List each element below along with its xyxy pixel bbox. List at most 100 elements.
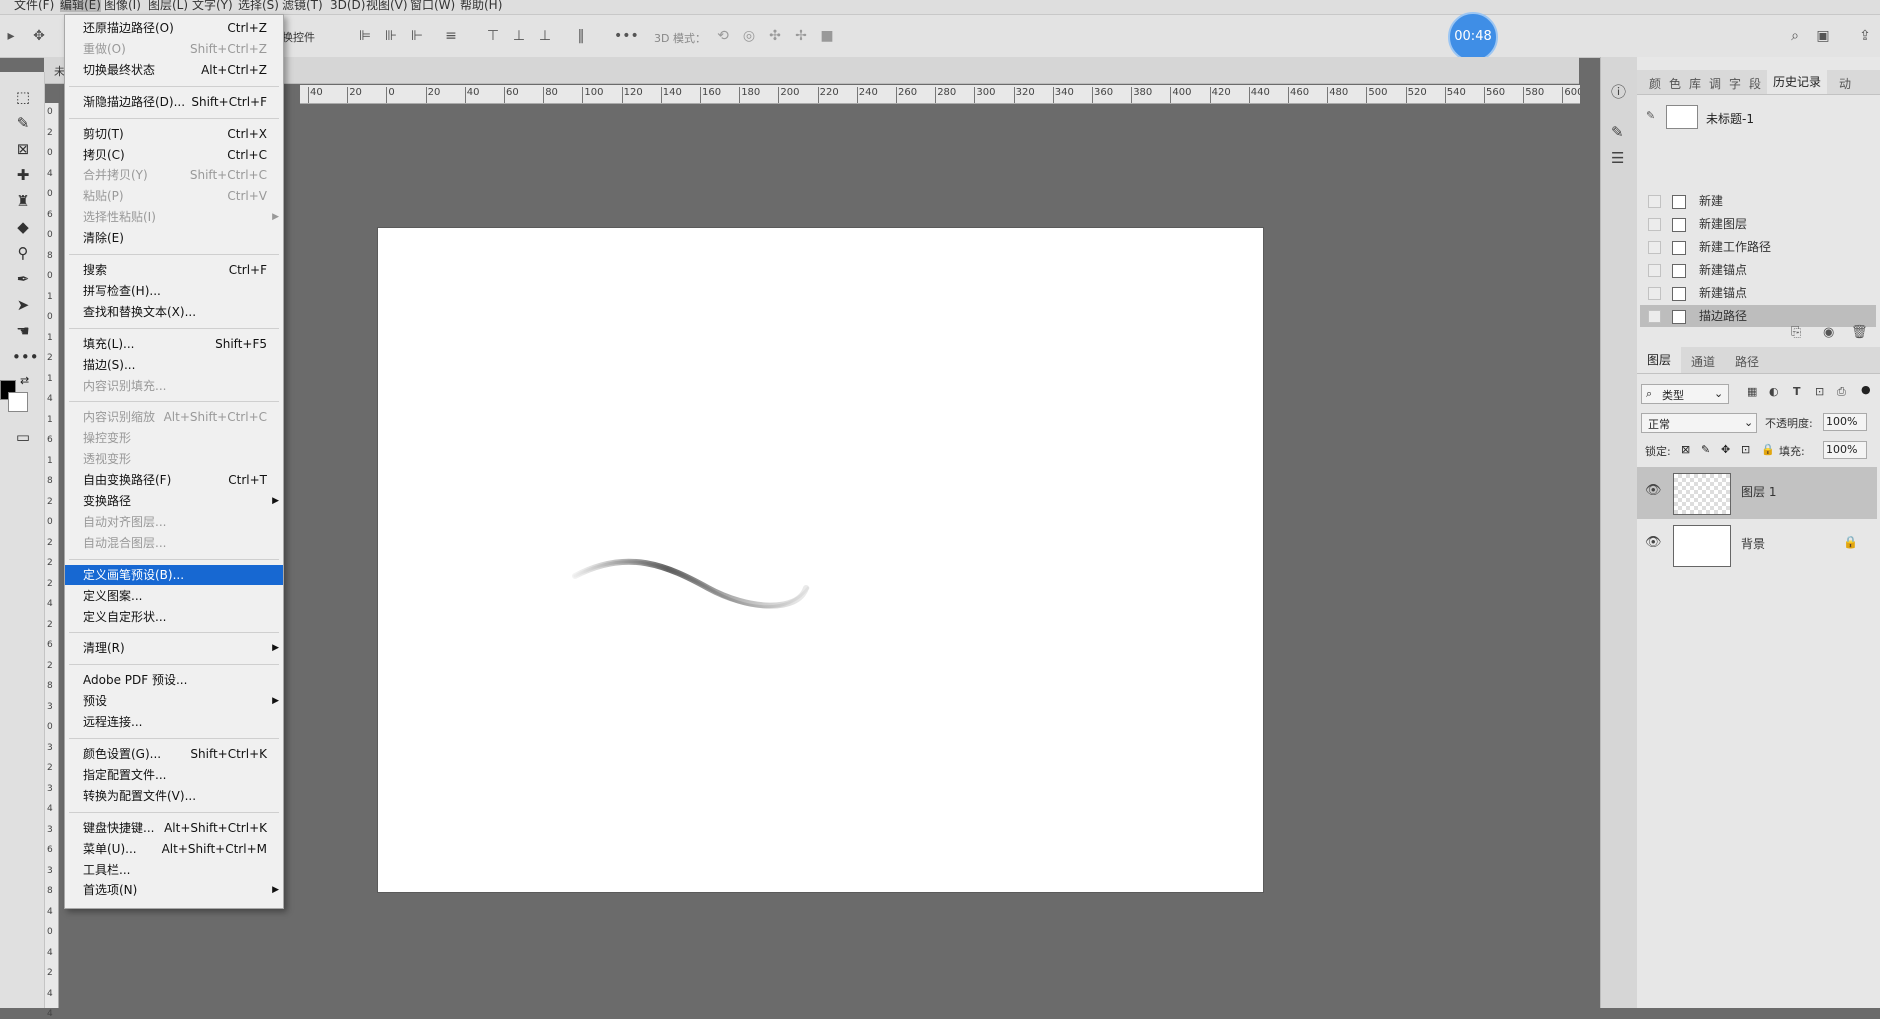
edit-menu-item[interactable]: 清除(E) xyxy=(65,228,283,248)
brush-settings-icon[interactable]: ✎ xyxy=(1611,123,1624,141)
path-selection-icon[interactable]: ➤ xyxy=(12,294,34,316)
menu-4[interactable]: 文字(Y) xyxy=(192,0,233,12)
edit-menu-item[interactable]: 预设 ▶ xyxy=(65,691,283,711)
tab-paths[interactable]: 路径 xyxy=(1735,353,1759,370)
tab-layers[interactable]: 图层 xyxy=(1637,347,1682,373)
align-left-icon[interactable]: ⊫ xyxy=(356,27,374,45)
workspace-icon[interactable]: ▣ xyxy=(1814,27,1832,45)
history-item[interactable]: 新建图层 xyxy=(1640,213,1876,235)
tab-channels[interactable]: 通道 xyxy=(1691,353,1715,370)
background-color-swatch[interactable] xyxy=(8,392,28,412)
move-icon[interactable]: ▸ xyxy=(2,27,20,45)
filter-type-icon[interactable]: T xyxy=(1793,385,1801,398)
fill-input[interactable]: 100% xyxy=(1823,441,1867,459)
edit-menu-item[interactable]: 切换最终状态 Alt+Ctrl+Z xyxy=(65,60,283,80)
swap-colors-icon[interactable]: ⇄ xyxy=(20,374,29,387)
lock-artboard-icon[interactable]: ⊡ xyxy=(1741,443,1750,456)
history-source-checkbox[interactable] xyxy=(1648,218,1661,231)
document-canvas[interactable] xyxy=(378,228,1263,892)
pen-tool-icon[interactable]: ✒ xyxy=(12,268,34,290)
search-icon[interactable]: ⌕ xyxy=(1786,27,1804,45)
visibility-eye-icon[interactable]: 👁 xyxy=(1645,535,1662,550)
menu-2[interactable]: 图像(I) xyxy=(104,0,141,12)
lock-position-icon[interactable]: ✥ xyxy=(1721,443,1730,456)
history-source-checkbox[interactable] xyxy=(1648,264,1661,277)
edit-menu-item[interactable]: 指定配置文件... xyxy=(65,765,283,785)
history-source-checkbox[interactable] xyxy=(1648,195,1661,208)
edit-menu-item[interactable]: 搜索 Ctrl+F xyxy=(65,260,283,280)
healing-brush-icon[interactable]: ✚ xyxy=(12,164,34,186)
edit-menu-item[interactable]: 工具栏... xyxy=(65,860,283,880)
3d-roll-icon[interactable]: ◎ xyxy=(740,27,758,45)
edit-menu-item[interactable]: 渐隐描边路径(D)... Shift+Ctrl+F xyxy=(65,92,283,112)
menu-5[interactable]: 选择(S) xyxy=(238,0,279,12)
history-item[interactable]: 新建 xyxy=(1640,190,1876,212)
align-bottom-icon[interactable]: ⊥ xyxy=(536,27,554,45)
stamp-tool-icon[interactable]: ♜ xyxy=(12,190,34,212)
edit-menu-item[interactable]: 首选项(N) ▶ xyxy=(65,880,283,900)
edit-menu-item[interactable]: 还原描边路径(O) Ctrl+Z xyxy=(65,18,283,38)
menu-9[interactable]: 窗口(W) xyxy=(410,0,455,12)
edit-menu-item[interactable]: 定义画笔预设(B)... xyxy=(65,564,283,585)
more-tools-icon[interactable]: ••• xyxy=(12,346,39,368)
filter-toggle-icon[interactable]: ● xyxy=(1861,383,1871,396)
3d-orbit-icon[interactable]: ⟲ xyxy=(714,27,732,45)
edit-menu-item[interactable]: 查找和替换文本(X)... xyxy=(65,302,283,322)
tab-character[interactable]: 字 xyxy=(1729,75,1741,92)
menu-8[interactable]: 视图(V) xyxy=(366,0,408,12)
info-icon[interactable]: ⓘ xyxy=(1611,81,1626,102)
history-item[interactable]: 描边路径 xyxy=(1640,305,1876,327)
edit-menu-item[interactable]: 键盘快捷键... Alt+Shift+Ctrl+K xyxy=(65,818,283,838)
history-item[interactable]: 新建锚点 xyxy=(1640,259,1876,281)
opacity-input[interactable]: 100% xyxy=(1823,413,1867,431)
tab-history[interactable]: 历史记录 xyxy=(1767,70,1828,94)
tab-actions[interactable]: 动 xyxy=(1839,75,1851,92)
marquee-tool-icon[interactable]: ⬚ xyxy=(12,86,34,108)
layer-filter-select[interactable]: ⌕ 类型 ⌄ xyxy=(1641,384,1729,404)
layer-row[interactable]: 👁 图层 1 xyxy=(1637,467,1877,519)
history-item[interactable]: 新建锚点 xyxy=(1640,282,1876,304)
history-source-checkbox[interactable] xyxy=(1648,287,1661,300)
edit-menu-item[interactable]: Adobe PDF 预设... xyxy=(65,670,283,690)
tab-libraries[interactable]: 库 xyxy=(1689,75,1701,92)
edit-menu-item[interactable]: 变换路径 ▶ xyxy=(65,491,283,511)
camera-snapshot-icon[interactable]: ◉ xyxy=(1823,325,1834,340)
move-tool-icon[interactable]: ✥ xyxy=(30,27,48,45)
menu-3[interactable]: 图层(L) xyxy=(148,0,188,12)
lock-transparent-icon[interactable]: ⊠ xyxy=(1681,443,1690,456)
menu-6[interactable]: 滤镜(T) xyxy=(282,0,323,12)
smudge-icon[interactable]: ⚲ xyxy=(12,242,34,264)
filter-pixel-icon[interactable]: ▦ xyxy=(1747,385,1757,398)
tab-color[interactable]: 颜 xyxy=(1649,75,1661,92)
history-source-checkbox[interactable] xyxy=(1648,310,1661,323)
trash-icon[interactable]: 🗑 xyxy=(1851,325,1868,340)
align-middle-icon[interactable]: ⊥ xyxy=(510,27,528,45)
edit-menu-item[interactable]: 转换为配置文件(V)... xyxy=(65,786,283,806)
menu-7[interactable]: 3D(D) xyxy=(330,0,365,12)
history-snapshot[interactable]: ✎ 未标题-1 xyxy=(1640,103,1876,131)
menu-0[interactable]: 文件(F) xyxy=(14,0,54,12)
edit-menu-item[interactable]: 拷贝(C) Ctrl+C xyxy=(65,145,283,165)
menu-10[interactable]: 帮助(H) xyxy=(460,0,502,12)
distribute-icon[interactable]: ≡ xyxy=(442,27,460,45)
edit-menu-item[interactable]: 填充(L)... Shift+F5 xyxy=(65,334,283,354)
share-icon[interactable]: ⇪ xyxy=(1856,27,1874,45)
edit-menu-item[interactable]: 定义图案... xyxy=(65,586,283,606)
edit-menu-item[interactable]: 剪切(T) Ctrl+X xyxy=(65,124,283,144)
3d-camera-icon[interactable]: ■ xyxy=(818,27,836,45)
menu-1[interactable]: 编辑(E) xyxy=(60,0,101,12)
edit-menu-item[interactable]: 描边(S)... xyxy=(65,355,283,375)
history-source-checkbox[interactable] xyxy=(1648,241,1661,254)
filter-shape-icon[interactable]: ⊡ xyxy=(1815,385,1824,398)
new-document-from-state-icon[interactable]: ⎘ xyxy=(1791,325,1801,340)
blend-mode-select[interactable]: 正常 ⌄ xyxy=(1641,413,1757,433)
edit-menu-item[interactable]: 定义自定形状... xyxy=(65,607,283,627)
align-center-icon[interactable]: ⊪ xyxy=(382,27,400,45)
tab-swatches[interactable]: 色 xyxy=(1669,75,1681,92)
edit-menu-item[interactable]: 清理(R) ▶ xyxy=(65,638,283,658)
layer-row[interactable]: 👁 背景 🔒 xyxy=(1637,519,1877,571)
magic-wand-icon[interactable]: ✎ xyxy=(12,112,34,134)
filter-adjustment-icon[interactable]: ◐ xyxy=(1769,385,1779,398)
eraser-icon[interactable]: ◆ xyxy=(12,216,34,238)
visibility-eye-icon[interactable]: 👁 xyxy=(1645,483,1662,498)
